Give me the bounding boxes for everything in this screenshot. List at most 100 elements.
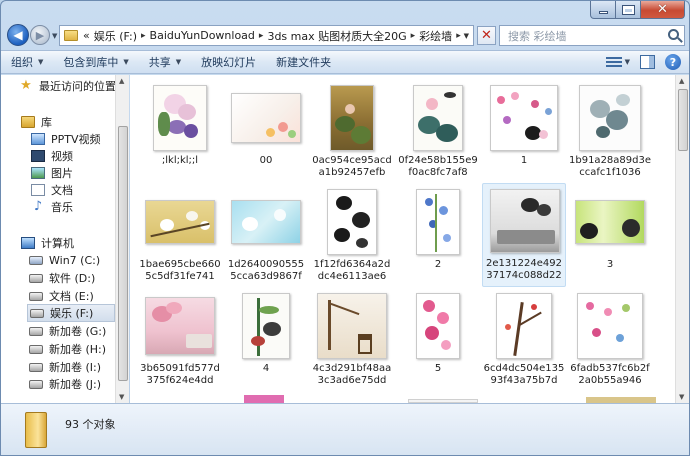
scroll-up-icon[interactable]: ▲: [119, 77, 124, 85]
new-folder-button[interactable]: 新建文件夹: [266, 54, 341, 70]
nav-label: 新加卷 (J:): [49, 378, 102, 391]
slideshow-label: 放映幻灯片: [201, 56, 257, 69]
pictures-icon: [31, 167, 45, 179]
file-item[interactable]: 1bae695cbe6605c5df31fe741: [138, 185, 222, 283]
breadcrumb-overflow[interactable]: «: [83, 29, 90, 42]
nav-item-drive-j[interactable]: 新加卷 (J:): [29, 375, 115, 393]
nav-label: 计算机: [41, 237, 74, 250]
file-item[interactable]: 0f24e58b155e9f0ac8fc7af8: [396, 81, 480, 179]
file-item[interactable]: 1b91a28a89d3eccafc1f1036: [568, 81, 652, 179]
include-library-label: 包含到库中: [63, 56, 119, 69]
search-placeholder: 搜索 彩绘墙: [508, 29, 567, 43]
toolbar-right: ▼ ?: [605, 54, 681, 70]
close-button[interactable]: ✕: [641, 1, 685, 19]
chevron-right-icon[interactable]: ▸: [411, 31, 416, 41]
nav-item-videos[interactable]: 视频: [31, 147, 115, 165]
recent-pages-dropdown[interactable]: ▼: [52, 32, 57, 40]
nav-item-drive-e[interactable]: 文档 (E:): [29, 287, 115, 305]
scroll-down-icon[interactable]: ▼: [679, 393, 684, 401]
folder-icon: [64, 30, 78, 41]
chevron-right-icon[interactable]: ▸: [141, 31, 146, 41]
content-scroll-thumb[interactable]: [678, 89, 688, 151]
nav-item-drive-g[interactable]: 新加卷 (G:): [29, 322, 115, 340]
file-item[interactable]: 2: [396, 185, 480, 271]
file-item[interactable]: 3: [568, 185, 652, 271]
nav-scrollbar[interactable]: ▲ ▼: [115, 75, 129, 403]
breadcrumb-item[interactable]: 娱乐 (F:): [94, 28, 137, 44]
file-item[interactable]: ;lkl;kl;;l: [138, 81, 222, 167]
file-name: 2e131224e49237174c088d22: [486, 258, 562, 281]
slideshow-button[interactable]: 放映幻灯片: [191, 54, 266, 70]
stop-button[interactable]: ✕: [477, 26, 496, 45]
nav-item-drive-h[interactable]: 新加卷 (H:): [29, 340, 115, 358]
file-item[interactable]: 1: [482, 81, 566, 167]
file-name: 6fadb537fc6b2f2a0b55a946: [570, 363, 650, 386]
nav-item-drive-f[interactable]: 娱乐 (F:): [27, 304, 115, 322]
file-item[interactable]: 1f12fd6364a2ddc4e6113ae6: [310, 185, 394, 283]
change-view-button[interactable]: ▼: [605, 55, 630, 69]
scroll-up-icon[interactable]: ▲: [679, 77, 684, 85]
nav-item-drive-d[interactable]: 软件 (D:): [29, 269, 115, 287]
file-list: ;lkl;kl;;l 00 0ac954ce95acda1b92457efb 0…: [130, 75, 675, 403]
organize-button[interactable]: 组织 ▼: [1, 54, 53, 70]
nav-item-libraries[interactable]: 库: [21, 113, 115, 131]
nav-item-recent[interactable]: ★ 最近访问的位置: [19, 77, 115, 95]
share-button[interactable]: 共享 ▼: [139, 54, 191, 70]
breadcrumb-item[interactable]: 3ds max 贴图材质大全20G: [267, 28, 406, 44]
share-label: 共享: [148, 56, 171, 69]
preview-pane-button[interactable]: [640, 55, 655, 69]
nav-label: 视频: [51, 150, 73, 163]
minimize-button[interactable]: [590, 1, 616, 19]
file-name: 1bae695cbe6605c5df31fe741: [139, 259, 221, 282]
file-item[interactable]: 1d26400905555cca63d9867f: [224, 185, 308, 283]
chevron-right-icon[interactable]: ▸: [456, 31, 461, 41]
chevron-right-icon[interactable]: ▸: [259, 31, 264, 41]
file-item[interactable]: 0ac954ce95acda1b92457efb: [310, 81, 394, 179]
forward-button[interactable]: ▶: [30, 25, 50, 45]
search-input[interactable]: 搜索 彩绘墙: [499, 25, 685, 46]
file-item[interactable]: 3b65091fd577d375f624e4dd: [138, 289, 222, 387]
star-icon: ★: [20, 78, 32, 93]
file-item[interactable]: 4c3d291bf48aa3c3ad6e75dd: [310, 289, 394, 387]
nav-item-documents[interactable]: 文档: [31, 181, 115, 199]
nav-item-music[interactable]: ♪ 音乐: [31, 198, 115, 216]
nav-scroll-thumb[interactable]: [118, 126, 128, 381]
nav-item-computer[interactable]: 计算机: [21, 234, 115, 252]
file-item[interactable]: 6fadb537fc6b2f2a0b55a946: [568, 289, 652, 387]
nav-item-pictures[interactable]: 图片: [31, 164, 115, 182]
new-folder-label: 新建文件夹: [276, 56, 332, 69]
file-item-selected[interactable]: 2e131224e49237174c088d22: [482, 183, 566, 287]
file-item[interactable]: 5: [396, 289, 480, 375]
thumbnail: [231, 93, 301, 143]
file-item[interactable]: 00: [224, 81, 308, 167]
address-bar[interactable]: « 娱乐 (F:) ▸ BaiduYunDownload ▸ 3ds max 贴…: [59, 25, 474, 46]
command-bar: 组织 ▼ 包含到库中 ▼ 共享 ▼ 放映幻灯片 新建文件夹 ▼ ?: [1, 50, 689, 74]
thumbnail: [145, 200, 215, 244]
nav-item-pptv[interactable]: PPTV视频: [31, 130, 115, 148]
stop-icon: ✕: [481, 28, 492, 43]
breadcrumb-item[interactable]: BaiduYunDownload: [150, 29, 255, 42]
address-dropdown[interactable]: ▼: [464, 32, 469, 40]
file-name: 2: [434, 259, 442, 270]
nav-item-drive-i[interactable]: 新加卷 (I:): [29, 358, 115, 376]
details-pane: 93 个对象: [1, 403, 689, 455]
nav-label: 娱乐 (F:): [50, 307, 94, 320]
include-in-library-button[interactable]: 包含到库中 ▼: [53, 54, 138, 70]
drive-icon: [29, 291, 43, 301]
help-button[interactable]: ?: [665, 54, 681, 70]
scroll-down-icon[interactable]: ▼: [119, 393, 124, 401]
breadcrumb-item[interactable]: 彩绘墙: [419, 28, 452, 44]
content-scrollbar[interactable]: ▲ ▼: [675, 75, 689, 403]
file-item[interactable]: 6cd4dc504e13593f43a75b7d: [482, 289, 566, 387]
nav-label: 新加卷 (H:): [49, 343, 107, 356]
nav-item-drive-c[interactable]: Win7 (C:): [29, 251, 115, 269]
thumbnail: [231, 200, 301, 244]
maximize-button[interactable]: [616, 1, 641, 19]
file-item[interactable]: 4: [224, 289, 308, 375]
address-row: ◀ ▶ ▼ « 娱乐 (F:) ▸ BaiduYunDownload ▸ 3ds…: [1, 23, 689, 49]
search-icon[interactable]: [668, 29, 679, 40]
back-button[interactable]: ◀: [7, 24, 29, 46]
arrow-left-icon: ◀: [13, 28, 23, 42]
nav-label: 文档: [51, 184, 73, 197]
drive-icon: [30, 308, 44, 318]
